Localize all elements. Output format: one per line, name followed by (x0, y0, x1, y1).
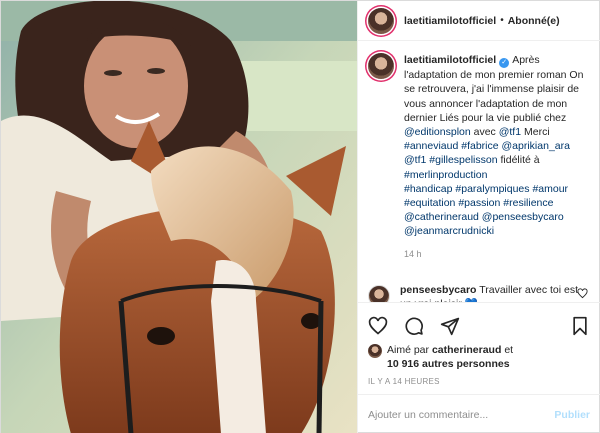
publish-button[interactable]: Publier (554, 409, 590, 421)
comments-section: laetitiamilotofficiel ✓ Après l'adaptation… (358, 41, 600, 302)
post-side-panel: laetitiamilotofficiel • Abonné(e) laetit… (357, 1, 600, 433)
author-avatar[interactable] (368, 7, 394, 34)
hashtag-passion[interactable]: #passion (458, 197, 500, 209)
post-caption: laetitiamilotofficiel ✓ Après l'adaptation… (368, 53, 590, 261)
caption-time[interactable]: 14 h (404, 247, 590, 261)
post-photo[interactable] (1, 1, 357, 433)
header-separator: • (500, 15, 504, 26)
mention-tf1[interactable]: @tf1 (499, 126, 521, 138)
liker-avatar[interactable] (368, 344, 382, 358)
likes-summary[interactable]: Aimé par catherineraud et 10 916 autres … (368, 343, 590, 371)
mention-tf1[interactable]: @tf1 (404, 154, 426, 166)
mention-penseesbycaro[interactable]: @penseesbycaro (482, 211, 564, 223)
paper-plane-icon[interactable] (440, 316, 460, 336)
caption-text: avec (470, 125, 499, 138)
commenter-avatar[interactable] (368, 284, 390, 302)
caption-text: fidélité à (497, 154, 540, 167)
comment-icon[interactable] (404, 316, 424, 336)
comment-input[interactable] (368, 408, 555, 421)
hashtag-amour[interactable]: #amour (532, 183, 568, 195)
mention-aprikian-ara[interactable]: @aprikian_ara (502, 140, 570, 152)
comment-like-heart-icon[interactable] (577, 288, 588, 299)
verified-badge-icon: ✓ (499, 58, 510, 69)
mention-jeanmarcrudnicki[interactable]: @jeanmarcrudnicki (404, 225, 494, 237)
blue-heart-emoji: 💙 (465, 298, 478, 302)
likes-others-count[interactable]: 10 916 autres personnes (387, 358, 510, 370)
likes-text: Aimé par catherineraud et 10 916 autres … (387, 343, 513, 371)
mention-catherineraud[interactable]: @catherineraud (404, 211, 479, 223)
caption-body: laetitiamilotofficiel ✓ Après l'adaptation… (404, 53, 590, 261)
liker-username[interactable]: catherineraud (432, 344, 501, 356)
photo-woman-with-horse (1, 1, 357, 433)
caption-author-avatar[interactable] (368, 53, 394, 79)
hashtag-handicap[interactable]: #handicap (404, 183, 452, 195)
follow-status-button[interactable]: Abonné(e) (508, 15, 560, 27)
add-comment-bar: Publier (358, 394, 600, 433)
action-icons-row (368, 309, 590, 343)
hashtag-anneviaud[interactable]: #anneviaud (404, 140, 458, 152)
post-actions: Aimé par catherineraud et 10 916 autres … (358, 302, 600, 394)
bookmark-icon[interactable] (570, 316, 590, 336)
comment-body: penseesbycaro Travailler avec toi est un… (400, 283, 590, 302)
author-username[interactable]: laetitiamilotofficiel (404, 15, 496, 27)
hashtag-paralympiques[interactable]: #paralympiques (455, 183, 529, 195)
caption-text: Merci (521, 125, 550, 138)
hashtag-fabrice[interactable]: #fabrice (461, 140, 498, 152)
commenter-username[interactable]: penseesbycaro (400, 284, 476, 296)
mention-editionsplon[interactable]: @editionsplon (404, 126, 471, 138)
post-timestamp[interactable]: IL Y A 14 HEURES (368, 377, 590, 394)
hashtag-gillespelisson[interactable]: #gillespelisson (429, 154, 497, 166)
comment-item: penseesbycaro Travailler avec toi est un… (368, 283, 590, 302)
hashtag-merlinproduction[interactable]: #merlinproduction (404, 169, 487, 181)
hashtag-equitation[interactable]: #equitation (404, 197, 455, 209)
hashtag-resilience[interactable]: #resilience (503, 197, 553, 209)
likes-connector: et (504, 344, 514, 356)
likes-prefix: Aimé par (387, 344, 430, 356)
heart-icon[interactable] (368, 316, 388, 336)
caption-author-username[interactable]: laetitiamilotofficiel (404, 54, 496, 66)
instagram-post: laetitiamilotofficiel • Abonné(e) laetit… (0, 0, 600, 433)
post-header: laetitiamilotofficiel • Abonné(e) (358, 1, 600, 41)
